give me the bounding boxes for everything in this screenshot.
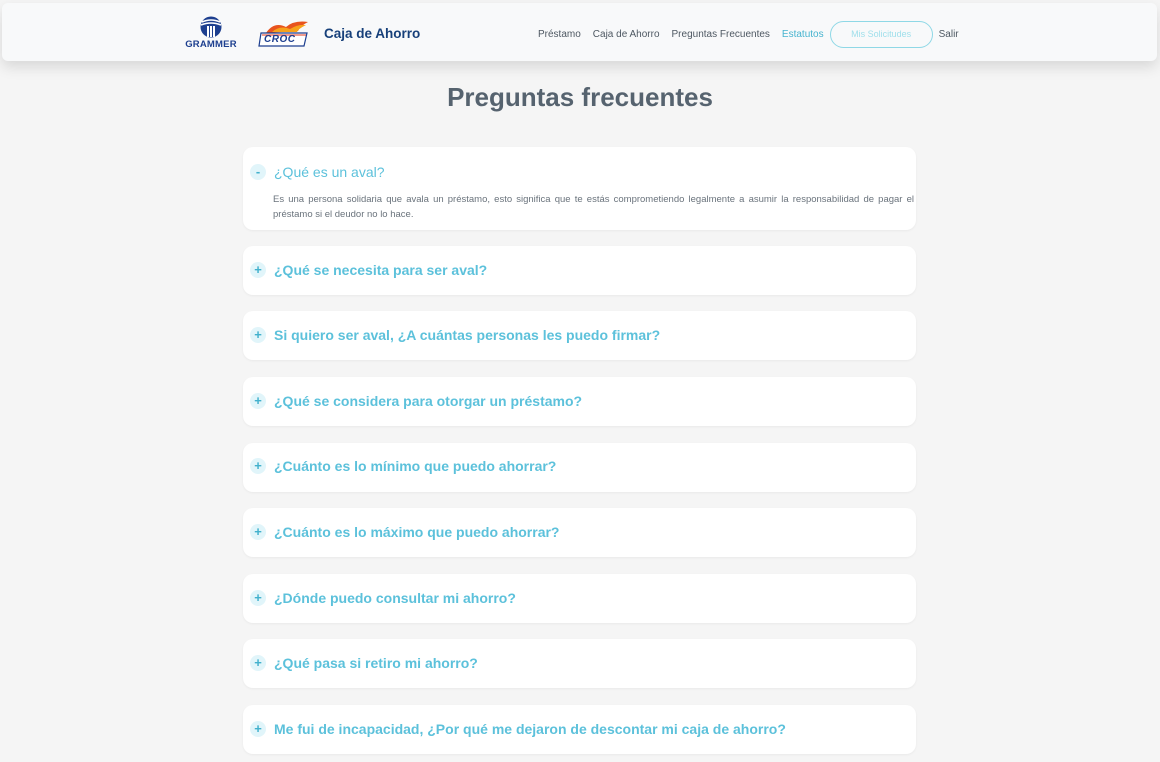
faq-question: Me fui de incapacidad, ¿Por qué me dejar… (274, 721, 786, 737)
logout-link[interactable]: Salir (939, 29, 959, 40)
collapse-icon[interactable]: - (250, 164, 266, 180)
faq-header[interactable]: + ¿Qué se considera para otorgar un prés… (243, 377, 916, 427)
faq-question: ¿Qué es un aval? (274, 164, 385, 180)
grammer-emblem-icon (200, 16, 222, 38)
faq-header[interactable]: + ¿Qué pasa si retiro mi ahorro? (243, 639, 916, 689)
faq-header[interactable]: + ¿Dónde puedo consultar mi ahorro? (243, 574, 916, 624)
page: GRAMMER CROC Caja de Ahorro Préstamo Caj… (0, 0, 1160, 762)
nav-preguntas-frecuentes[interactable]: Preguntas Frecuentes (672, 29, 770, 40)
faq-header[interactable]: - ¿Qué es un aval? (243, 147, 916, 197)
my-requests-button[interactable]: Mis Solicitudes (829, 20, 933, 48)
top-navbar: GRAMMER CROC Caja de Ahorro Préstamo Caj… (2, 3, 1157, 61)
faq-item-requisitos-aval[interactable]: + ¿Qué se necesita para ser aval? (243, 246, 916, 295)
page-title: Preguntas frecuentes (447, 82, 713, 112)
faq-question: ¿Qué se considera para otorgar un présta… (274, 393, 583, 409)
faq-question: ¿Dónde puedo consultar mi ahorro? (274, 590, 516, 606)
grammer-wordmark: GRAMMER (185, 39, 237, 50)
faq-question: ¿Cuánto es lo mínimo que puedo ahorrar? (274, 458, 557, 474)
main-nav: Préstamo Caja de Ahorro Preguntas Frecue… (538, 19, 971, 49)
app-title: Caja de Ahorro (324, 26, 421, 41)
faq-question: Si quiero ser aval, ¿A cuántas personas … (274, 327, 661, 343)
faq-item-consultar-ahorro[interactable]: + ¿Dónde puedo consultar mi ahorro? (243, 574, 916, 623)
croc-logo[interactable]: CROC (258, 19, 310, 49)
expand-icon[interactable]: + (250, 327, 266, 343)
faq-item-otorgar-prestamo[interactable]: + ¿Qué se considera para otorgar un prés… (243, 377, 916, 426)
faq-header[interactable]: + Me fui de incapacidad, ¿Por qué me dej… (243, 705, 916, 755)
croc-wordmark: CROC (264, 34, 296, 45)
faq-header[interactable]: + Si quiero ser aval, ¿A cuántas persona… (243, 311, 916, 361)
faq-item-incapacidad[interactable]: + Me fui de incapacidad, ¿Por qué me dej… (243, 705, 916, 754)
nav-prestamo[interactable]: Préstamo (538, 29, 581, 40)
grammer-logo[interactable]: GRAMMER (183, 16, 239, 52)
expand-icon[interactable]: + (250, 458, 266, 474)
nav-caja-de-ahorro[interactable]: Caja de Ahorro (593, 29, 660, 40)
expand-icon[interactable]: + (250, 655, 266, 671)
expand-icon[interactable]: + (250, 393, 266, 409)
faq-header[interactable]: + ¿Cuánto es lo máximo que puedo ahorrar… (243, 508, 916, 558)
faq-header[interactable]: + ¿Qué se necesita para ser aval? (243, 246, 916, 296)
faq-item-minimo-ahorro[interactable]: + ¿Cuánto es lo mínimo que puedo ahorrar… (243, 443, 916, 492)
faq-item-que-es-un-aval[interactable]: - ¿Qué es un aval? Es una persona solida… (243, 147, 916, 230)
faq-item-maximo-ahorro[interactable]: + ¿Cuánto es lo máximo que puedo ahorrar… (243, 508, 916, 557)
expand-icon[interactable]: + (250, 721, 266, 737)
faq-item-cuantas-firmas[interactable]: + Si quiero ser aval, ¿A cuántas persona… (243, 311, 916, 360)
expand-icon[interactable]: + (250, 524, 266, 540)
expand-icon[interactable]: + (250, 590, 266, 606)
faq-question: ¿Qué pasa si retiro mi ahorro? (274, 655, 478, 671)
faq-item-retiro-ahorro[interactable]: + ¿Qué pasa si retiro mi ahorro? (243, 639, 916, 688)
faq-question: ¿Cuánto es lo máximo que puedo ahorrar? (274, 524, 560, 540)
faq-answer: Es una persona solidaria que avala un pr… (273, 194, 914, 220)
expand-icon[interactable]: + (250, 262, 266, 278)
nav-estatutos[interactable]: Estatutos (782, 29, 824, 40)
faq-header[interactable]: + ¿Cuánto es lo mínimo que puedo ahorrar… (243, 443, 916, 493)
faq-question: ¿Qué se necesita para ser aval? (274, 262, 488, 278)
